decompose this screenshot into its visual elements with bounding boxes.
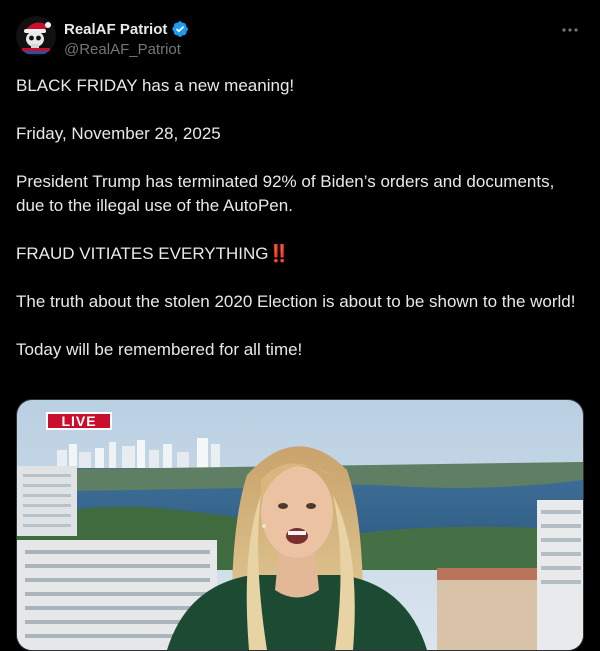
video-thumbnail[interactable]: LIVE (16, 399, 584, 651)
post-paragraph-text: FRAUD VITIATES EVERYTHING (16, 244, 269, 263)
handle[interactable]: @RealAF_Patriot (64, 41, 181, 58)
post-paragraph: Friday, November 28, 2025 (16, 124, 221, 143)
more-options-icon[interactable] (560, 20, 580, 40)
news-scene-image (17, 400, 583, 650)
double-exclamation-icon: ‼️ (268, 244, 290, 263)
post-paragraph: FRAUD VITIATES EVERYTHING‼️ (16, 242, 584, 266)
avatar[interactable] (16, 16, 56, 56)
name-row: RealAF Patriot (64, 20, 189, 38)
verified-badge-icon (172, 21, 189, 37)
post-header: RealAF Patriot @RealAF_Patriot (16, 16, 584, 60)
display-name[interactable]: RealAF Patriot (64, 21, 167, 38)
post-paragraph: BLACK FRIDAY has a new meaning! (16, 76, 295, 95)
post-text: BLACK FRIDAY has a new meaning! Friday, … (16, 74, 584, 362)
post-paragraph: President Trump has terminated 92% of Bi… (16, 172, 555, 215)
avatar-icon (16, 16, 56, 56)
post-paragraph: The truth about the stolen 2020 Election… (16, 292, 576, 311)
post-paragraph: Today will be remembered for all time! (16, 340, 303, 359)
live-label: LIVE (61, 413, 97, 429)
live-badge: LIVE (46, 412, 112, 430)
